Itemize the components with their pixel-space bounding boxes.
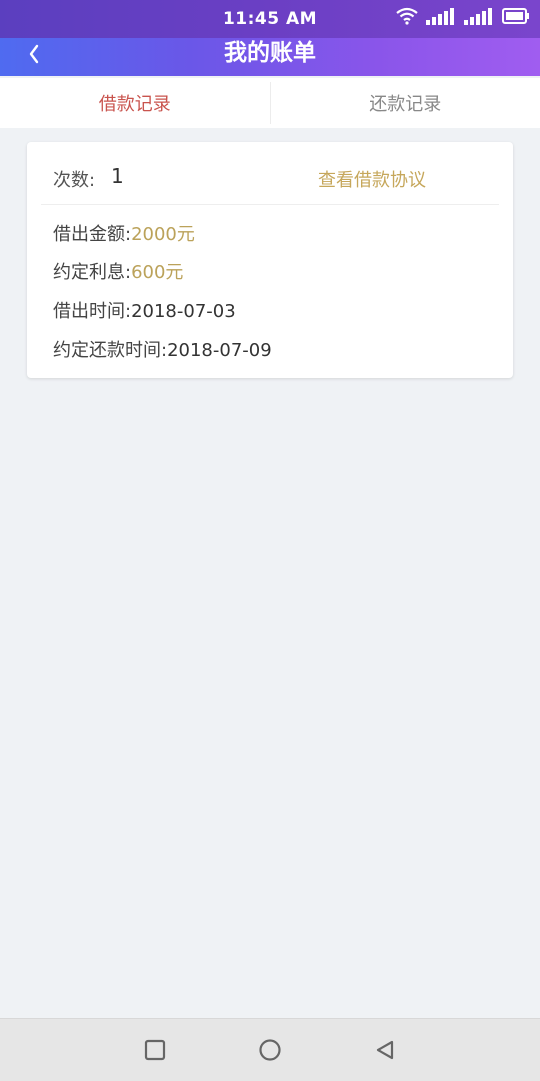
loan-record-card: 次数: 1 查看借款协议 借出金额:2000元 约定利息:600元 借出时间:2… [27,142,513,378]
interest-row: 约定利息:600元 [53,258,183,284]
interest-label: 约定利息: [53,262,131,283]
circle-icon [258,1038,282,1062]
interest-value: 600元 [131,262,183,283]
tab-bar: 借款记录 还款记录 [0,78,540,128]
system-nav-bar [0,1018,540,1081]
tab-loan-records[interactable]: 借款记录 [0,78,270,128]
home-button[interactable] [257,1037,283,1063]
status-bar: 11:45 AM [0,0,540,38]
signal-icon [426,7,456,25]
amount-value: 2000元 [131,224,195,245]
repay-date-row: 约定还款时间:2018-07-09 [53,336,272,362]
view-agreement-link[interactable]: 查看借款协议 [318,166,426,192]
lend-date-label: 借出时间: [53,301,131,322]
lend-date-row: 借出时间:2018-07-03 [53,297,236,323]
card-header: 次数: 1 查看借款协议 [27,142,513,204]
amount-label: 借出金额: [53,224,131,245]
recents-button[interactable] [142,1037,168,1063]
count-label: 次数: [53,166,95,192]
amount-row: 借出金额:2000元 [53,220,195,246]
signal-icon [464,7,494,25]
count-value: 1 [111,164,124,188]
square-icon [144,1039,166,1061]
triangle-back-icon [374,1039,396,1061]
repay-date-label: 约定还款时间: [53,340,167,361]
tab-repayment-records[interactable]: 还款记录 [271,78,540,128]
lend-date-value: 2018-07-03 [131,301,236,322]
wifi-icon [396,7,418,25]
status-icons [396,7,530,25]
battery-icon [502,7,530,25]
card-divider [41,204,499,205]
title-bar: 我的账单 [0,38,540,76]
app-header: 11:45 AM [0,0,540,76]
repay-date-value: 2018-07-09 [167,340,272,361]
back-nav-button[interactable] [372,1037,398,1063]
page-title: 我的账单 [0,38,540,68]
